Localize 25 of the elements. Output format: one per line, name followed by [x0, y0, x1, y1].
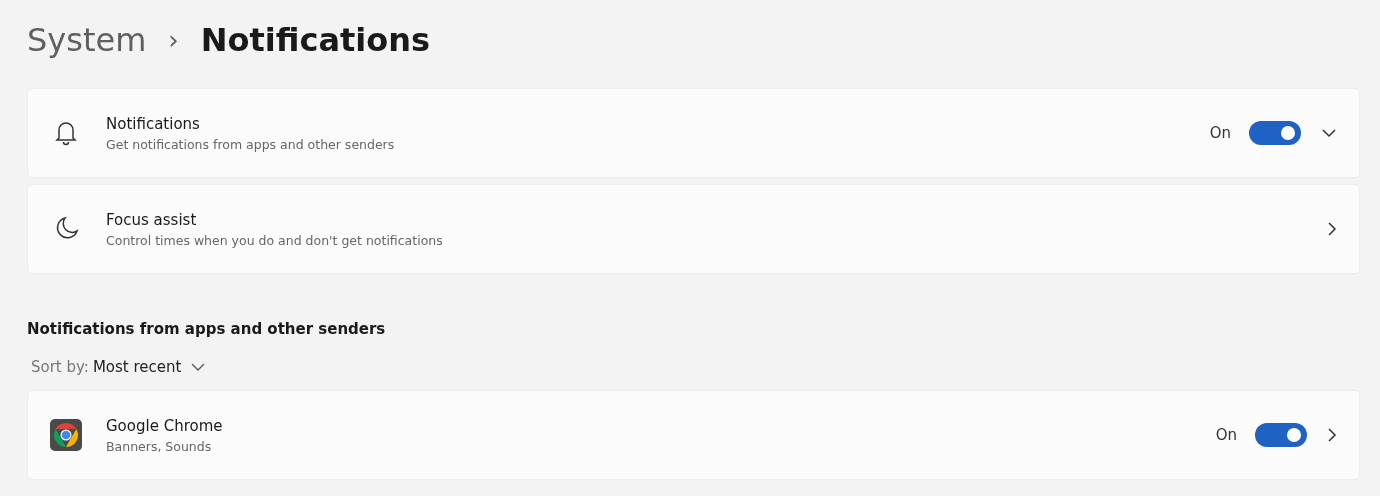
chevron-right-icon[interactable] [1327, 427, 1337, 443]
sort-dropdown[interactable]: Most recent [92, 358, 206, 376]
section-heading: Notifications from apps and other senders [27, 320, 387, 338]
bell-icon [54, 120, 78, 146]
setting-description: Control times when you do and don't get notifications [106, 232, 444, 248]
setting-card[interactable]: Focus assist Control times when you do and don't get notifications [27, 184, 1360, 274]
toggle-state-label: On [1215, 426, 1237, 444]
setting-title: Google Chrome [106, 416, 224, 435]
setting-card[interactable]: Notifications Get notifications from apps and other senders On [27, 88, 1360, 178]
setting-description: Banners, Sounds [106, 438, 213, 454]
app-icon [50, 419, 82, 451]
page-title: Notifications [200, 21, 431, 59]
toggle-switch[interactable] [1255, 423, 1307, 447]
breadcrumb-parent[interactable]: System [27, 21, 147, 59]
expand-chevron-icon[interactable] [1321, 128, 1337, 138]
setting-description: Get notifications from apps and other senders [106, 136, 396, 152]
breadcrumb-separator: › [168, 25, 179, 55]
sort-label: Sort by: [31, 358, 89, 376]
chevron-right-icon[interactable] [1327, 221, 1337, 237]
toggle-state-label: On [1209, 124, 1231, 142]
setting-title: Focus assist [106, 210, 198, 229]
setting-card[interactable]: Google Chrome Banners, Sounds On [27, 390, 1360, 480]
setting-title: Notifications [106, 114, 201, 133]
toggle-switch[interactable] [1249, 121, 1301, 145]
caret-icon [191, 363, 206, 371]
